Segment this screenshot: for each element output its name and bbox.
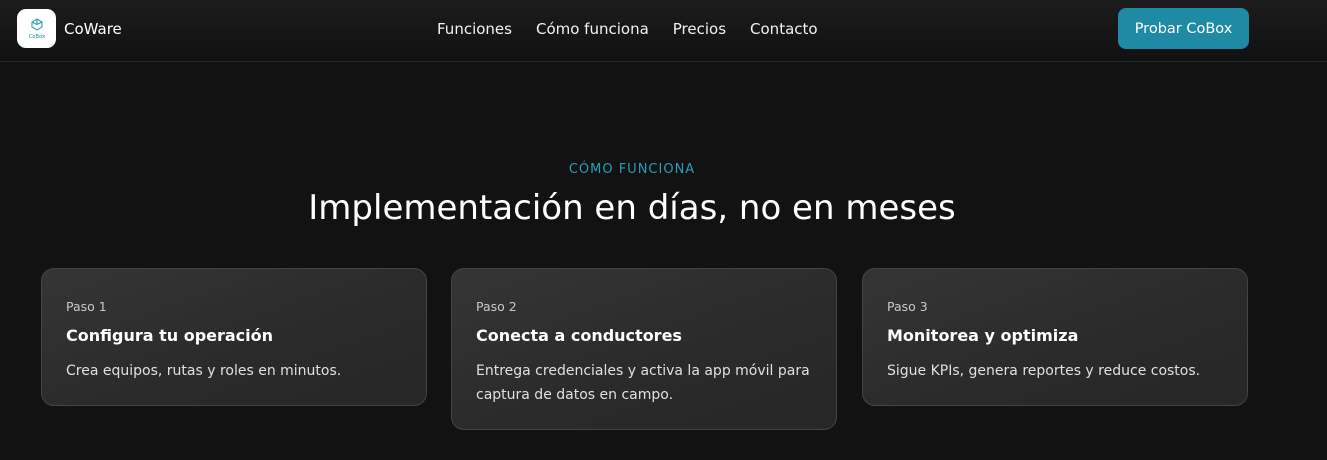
- step-card-3: Paso 3 Monitorea y optimiza Sigue KPIs, …: [862, 268, 1248, 406]
- section-title: Implementación en días, no en meses: [308, 188, 956, 228]
- step-card-2: Paso 2 Conecta a conductores Entrega cre…: [451, 268, 837, 430]
- section-eyebrow: CÓMO FUNCIONA: [568, 162, 696, 177]
- step-description: Entrega credenciales y activa la app móv…: [476, 363, 810, 403]
- step-label: Paso 2: [476, 299, 517, 314]
- step-description: Sigue KPIs, genera reportes y reduce cos…: [887, 363, 1201, 379]
- cobox-logo-icon: CoBox: [28, 17, 45, 40]
- step-label: Paso 1: [66, 299, 107, 314]
- brand-name[interactable]: CoWare: [64, 20, 122, 38]
- try-cobox-button[interactable]: Probar CoBox: [1118, 8, 1249, 49]
- step-title: Conecta a conductores: [476, 326, 682, 345]
- main-nav: Funciones Cómo funciona Precios Contacto: [437, 20, 818, 38]
- step-description: Crea equipos, rutas y roles en minutos.: [66, 363, 342, 379]
- step-card-1: Paso 1 Configura tu operación Crea equip…: [41, 268, 427, 406]
- step-label: Paso 3: [887, 299, 928, 314]
- nav-link-funciones[interactable]: Funciones: [437, 20, 512, 38]
- logo-wordmark: CoBox: [28, 34, 44, 40]
- brand-logo[interactable]: CoBox: [17, 9, 56, 48]
- top-navbar: CoBox CoWare Funciones Cómo funciona Pre…: [0, 0, 1327, 62]
- nav-link-precios[interactable]: Precios: [673, 20, 726, 38]
- nav-link-contacto[interactable]: Contacto: [750, 20, 818, 38]
- step-title: Monitorea y optimiza: [887, 326, 1079, 345]
- step-title: Configura tu operación: [66, 326, 274, 345]
- nav-link-como-funciona[interactable]: Cómo funciona: [536, 20, 649, 38]
